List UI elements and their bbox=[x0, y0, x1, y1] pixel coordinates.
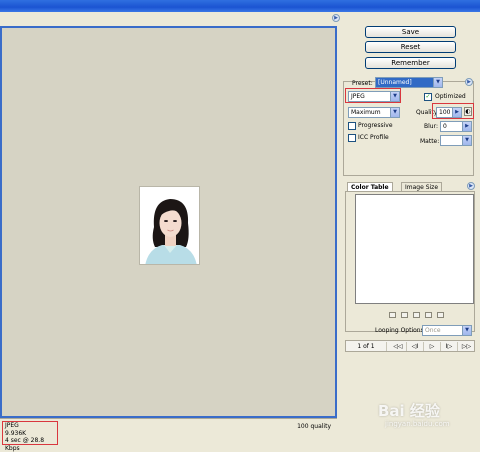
optimized-label: Optimized bbox=[435, 93, 466, 100]
compression-value: Maximum bbox=[351, 109, 381, 116]
frame-counter: 1 of 1 bbox=[346, 342, 387, 351]
title-bar bbox=[0, 0, 480, 12]
looping-select[interactable]: Once ▼ bbox=[422, 325, 472, 336]
new-color-icon[interactable] bbox=[425, 312, 432, 318]
download-time: 4 sec @ 28.8 Kbps bbox=[5, 437, 45, 452]
matte-label: Matte: bbox=[420, 138, 440, 145]
portrait-image bbox=[140, 187, 199, 264]
preset-select[interactable]: [Unnamed] ▼ bbox=[375, 77, 443, 88]
chevron-down-icon: ▼ bbox=[390, 108, 399, 117]
chevron-right-icon: ▶ bbox=[452, 108, 461, 117]
chevron-down-icon: ▼ bbox=[462, 326, 471, 335]
last-frame-button[interactable]: ▷▷ bbox=[458, 342, 475, 351]
blur-label: Blur: bbox=[424, 123, 438, 130]
status-bar: JPEG 9.936K 4 sec @ 28.8 Kbps 100 qualit… bbox=[0, 418, 337, 452]
format-value: JPEG bbox=[351, 93, 365, 100]
icc-profile-label: ICC Profile bbox=[358, 134, 389, 141]
chevron-down-icon: ▼ bbox=[390, 92, 399, 101]
looping-value: Once bbox=[425, 327, 441, 334]
watermark-logo: Bai 经验 bbox=[378, 402, 440, 420]
previous-frame-button[interactable]: ◁I bbox=[407, 342, 424, 351]
looping-options-label: Looping Options: bbox=[375, 327, 426, 334]
quality-input[interactable]: 100 ▶ bbox=[436, 107, 462, 118]
lock-color-icon[interactable] bbox=[401, 312, 408, 318]
chevron-right-icon: ▶ bbox=[462, 122, 471, 131]
tab-image-size[interactable]: Image Size bbox=[401, 182, 443, 191]
file-info-box: JPEG 9.936K 4 sec @ 28.8 Kbps bbox=[2, 421, 58, 452]
preview-photo bbox=[139, 186, 200, 265]
color-table-menu-arrow-icon[interactable]: ▶ bbox=[467, 182, 475, 190]
quality-value: 100 bbox=[439, 109, 451, 116]
progressive-checkbox[interactable] bbox=[348, 122, 356, 130]
watermark-url: jingyan.baidu.com bbox=[385, 420, 450, 428]
optimized-checkbox[interactable]: ✓ bbox=[424, 93, 432, 101]
save-button[interactable]: Save bbox=[365, 26, 456, 38]
settings-group: Preset: [Unnamed] ▼ ▶ JPEG ▼ ✓ Optimized… bbox=[343, 77, 474, 176]
snap-to-web-icon[interactable] bbox=[389, 312, 396, 318]
trash-icon[interactable] bbox=[437, 312, 444, 318]
chevron-down-icon: ▼ bbox=[433, 78, 442, 87]
settings-menu-arrow-icon[interactable]: ▶ bbox=[465, 78, 473, 86]
color-table-area bbox=[355, 194, 474, 304]
settings-panel: Save Reset Remember Preset: [Unnamed] ▼ … bbox=[340, 26, 480, 444]
blur-value: 0 bbox=[443, 123, 447, 130]
chevron-down-icon: ▼ bbox=[462, 136, 471, 145]
preview-canvas bbox=[0, 26, 337, 418]
remember-button[interactable]: Remember bbox=[365, 57, 456, 69]
animation-controls: 1 of 1 ◁◁ ◁I ▷ I▷ ▷▷ bbox=[345, 340, 475, 352]
progressive-label: Progressive bbox=[358, 122, 393, 129]
next-frame-button[interactable]: I▷ bbox=[441, 342, 458, 351]
color-table-group: Color Table Image Size ▶ bbox=[345, 182, 475, 332]
reset-button[interactable]: Reset bbox=[365, 41, 456, 53]
format-select[interactable]: JPEG ▼ bbox=[348, 91, 400, 102]
file-size: 9.936K bbox=[5, 429, 27, 437]
preset-label: Preset: bbox=[352, 80, 373, 87]
add-color-icon[interactable] bbox=[413, 312, 420, 318]
panel-menu-arrow-icon[interactable]: ▶ bbox=[332, 14, 340, 22]
first-frame-button[interactable]: ◁◁ bbox=[390, 342, 407, 351]
blur-input[interactable]: 0 ▶ bbox=[440, 121, 472, 132]
icc-profile-checkbox[interactable] bbox=[348, 134, 356, 142]
play-button[interactable]: ▷ bbox=[424, 342, 441, 351]
compression-select[interactable]: Maximum ▼ bbox=[348, 107, 400, 118]
matte-select[interactable]: ▼ bbox=[440, 135, 472, 146]
tab-color-table[interactable]: Color Table bbox=[347, 182, 393, 191]
quality-status: 100 quality bbox=[297, 423, 331, 430]
preset-value: [Unnamed] bbox=[378, 79, 412, 86]
quality-mask-icon[interactable]: ◐ bbox=[464, 107, 472, 116]
file-format: JPEG bbox=[5, 422, 19, 429]
